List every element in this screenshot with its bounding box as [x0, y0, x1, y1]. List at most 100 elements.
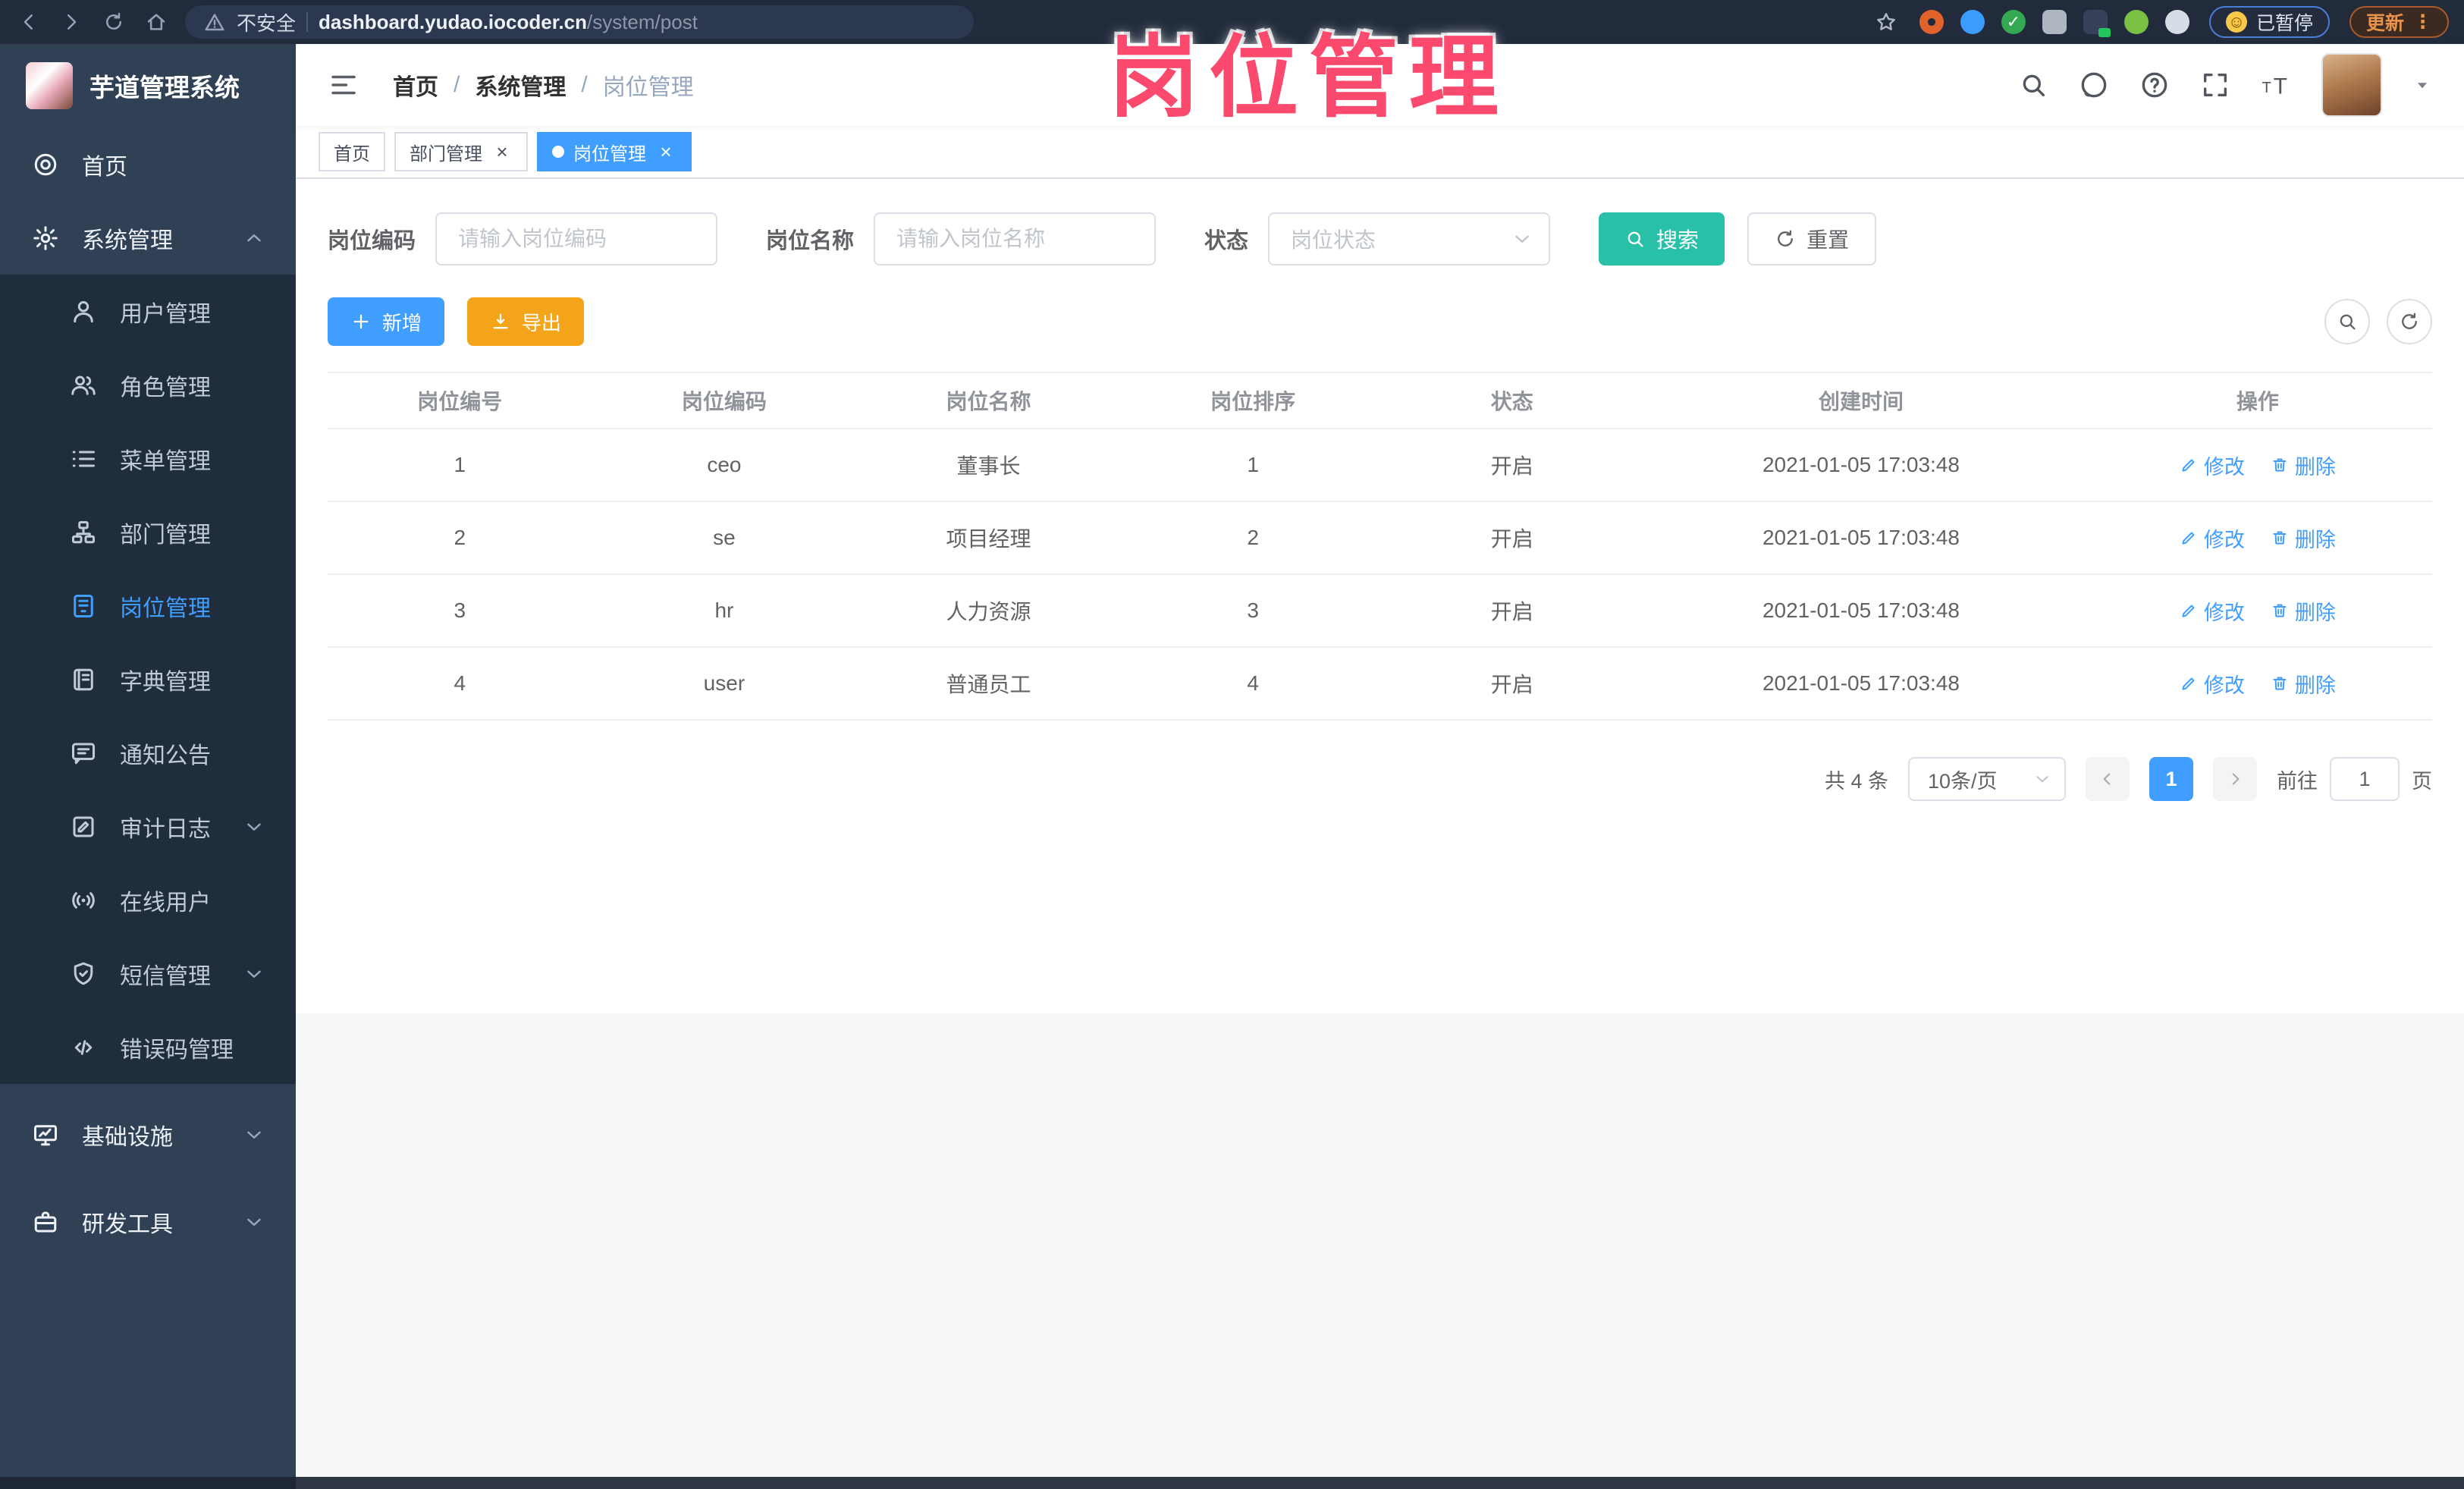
book-icon	[70, 666, 97, 693]
delete-link[interactable]: 删除	[2271, 523, 2336, 553]
table-row: 2 se 项目经理 2 开启 2021-01-05 17:03:48 修改 删除	[328, 501, 2432, 575]
toggle-search-button[interactable]	[2324, 299, 2370, 344]
logo-row[interactable]: 芋道管理系统	[0, 44, 296, 127]
sidebar-item-role[interactable]: 角色管理	[0, 348, 296, 422]
breadcrumb-item[interactable]: 首页	[393, 68, 438, 102]
chevron-down-icon	[2032, 769, 2052, 789]
cell-code: hr	[592, 574, 857, 648]
status-label: 状态	[1204, 229, 1249, 253]
ext-green-check-icon[interactable]: ✓	[2001, 10, 2026, 34]
font-size-icon[interactable]: TT	[2261, 70, 2291, 100]
address-bar[interactable]: 不安全 dashboard.yudao.iocoder.cn/system/po…	[185, 5, 974, 39]
page-number-button[interactable]: 1	[2149, 757, 2193, 801]
browser-menu-icon[interactable]: ⋮	[2413, 11, 2432, 33]
sidebar-item-dept[interactable]: 部门管理	[0, 495, 296, 569]
search-icon[interactable]	[2018, 70, 2048, 100]
sidebar-item-post[interactable]: 岗位管理	[0, 569, 296, 642]
refresh-button[interactable]	[2387, 299, 2432, 344]
sidebar: 芋道管理系统 首页 系统管理 用户管理 角色管理 菜单管理 部门管理 岗位管理 字典管理 通知公…	[0, 44, 296, 1489]
paused-pill[interactable]: ☺ 已暂停	[2208, 6, 2330, 38]
status-select[interactable]: 岗位状态	[1268, 212, 1551, 265]
ext-orange-ring-icon[interactable]	[1919, 10, 1944, 34]
chevron-left-icon	[2098, 769, 2117, 789]
sidebar-item-dict[interactable]: 字典管理	[0, 642, 296, 716]
forward-icon[interactable]	[58, 8, 85, 36]
monitor-icon	[32, 1121, 59, 1148]
sidebar-item-devtools[interactable]: 研发工具	[0, 1185, 296, 1258]
refresh-icon	[2399, 311, 2420, 332]
avatar[interactable]	[2321, 53, 2382, 117]
close-icon[interactable]: ×	[491, 141, 513, 162]
cell-sort: 1	[1120, 429, 1386, 502]
back-icon[interactable]	[15, 8, 42, 36]
pencil-icon	[2180, 674, 2198, 693]
sidebar-item-system[interactable]: 系统管理	[0, 201, 296, 275]
cell-code: ceo	[592, 429, 857, 502]
search-button[interactable]: 搜索	[1599, 212, 1725, 265]
edit-link[interactable]: 修改	[2180, 523, 2245, 553]
caret-down-icon[interactable]	[2412, 75, 2432, 95]
export-button[interactable]: 导出	[467, 297, 585, 346]
add-button[interactable]: 新增	[328, 297, 445, 346]
delete-link[interactable]: 删除	[2271, 669, 2336, 699]
post-code-input[interactable]	[435, 212, 718, 265]
sidebar-item-audit[interactable]: 审计日志	[0, 790, 296, 863]
pencil-icon	[2180, 602, 2198, 620]
ext-dark-badge-icon[interactable]	[2083, 10, 2111, 37]
list-icon	[70, 445, 97, 473]
tab-label: 部门管理	[410, 143, 482, 165]
breadcrumb-item[interactable]: 系统管理	[475, 68, 566, 102]
sidebar-item-online[interactable]: 在线用户	[0, 863, 296, 937]
sidebar-item-errcode[interactable]: 错误码管理	[0, 1010, 296, 1084]
ext-blue-pin-icon[interactable]	[1960, 10, 1985, 34]
security-label[interactable]: 不安全	[237, 8, 296, 36]
edit-link[interactable]: 修改	[2180, 669, 2245, 699]
github-icon[interactable]	[2079, 70, 2109, 100]
url-text[interactable]: dashboard.yudao.iocoder.cn/system/post	[319, 11, 698, 34]
help-icon[interactable]	[2139, 70, 2170, 100]
fullscreen-icon[interactable]	[2200, 70, 2230, 100]
sidebar-item-notice[interactable]: 通知公告	[0, 716, 296, 790]
reset-button-label: 重置	[1806, 228, 1850, 252]
update-button[interactable]: 更新 ⋮	[2349, 6, 2449, 38]
main: 首页 / 系统管理 / 岗位管理 TT 首页 部门管理 × 岗位管理 × 岗位编码	[296, 44, 2464, 1489]
next-page-button[interactable]	[2213, 757, 2257, 801]
breadcrumb-separator: /	[454, 72, 460, 97]
post-name-input[interactable]	[874, 212, 1157, 265]
sidebar-item-infra[interactable]: 基础设施	[0, 1098, 296, 1171]
close-icon[interactable]: ×	[655, 141, 676, 162]
sidebar-item-menu[interactable]: 菜单管理	[0, 422, 296, 495]
prev-page-button[interactable]	[2086, 757, 2130, 801]
goto-suffix: 页	[2412, 769, 2432, 793]
goto-page-input[interactable]	[2330, 757, 2400, 801]
ext-gray-tool-icon[interactable]	[2042, 10, 2067, 34]
goto-prefix: 前往	[2277, 769, 2318, 793]
sidebar-item-user[interactable]: 用户管理	[0, 275, 296, 348]
pagination: 共 4 条 10条/页 1 前往 页	[328, 757, 2432, 801]
cell-sort: 4	[1120, 647, 1386, 721]
tab-岗位管理[interactable]: 岗位管理 ×	[537, 132, 692, 171]
tab-部门管理[interactable]: 部门管理 ×	[394, 132, 528, 171]
chevron-up-icon	[243, 227, 265, 250]
sidebar-menu: 首页 系统管理 用户管理 角色管理 菜单管理 部门管理 岗位管理 字典管理 通知公告 审计日志 在线…	[0, 127, 296, 1489]
bookmark-star-icon[interactable]	[1872, 8, 1900, 36]
cell-status: 开启	[1385, 501, 1640, 575]
edit-link[interactable]: 修改	[2180, 451, 2245, 480]
tab-首页[interactable]: 首页	[319, 132, 385, 171]
ext-green-leaf-icon[interactable]	[2123, 10, 2149, 34]
delete-link[interactable]: 删除	[2271, 451, 2336, 480]
browser-home-icon[interactable]	[143, 8, 170, 36]
reload-icon[interactable]	[100, 8, 127, 36]
delete-link[interactable]: 删除	[2271, 596, 2336, 626]
ext-light-puzzle-icon[interactable]	[2164, 10, 2189, 34]
sidebar-item-home[interactable]: 首页	[0, 127, 296, 201]
card: 岗位编码 岗位名称 状态 岗位状态 搜索	[296, 179, 2464, 1013]
edit-label: 修改	[2203, 601, 2245, 624]
edit-link[interactable]: 修改	[2180, 596, 2245, 626]
hamburger-icon[interactable]	[328, 69, 359, 101]
search-button-label: 搜索	[1656, 228, 1700, 252]
reset-button[interactable]: 重置	[1747, 212, 1877, 265]
page-size-select[interactable]: 10条/页	[1908, 757, 2066, 801]
cell-actions: 修改 删除	[2083, 501, 2432, 575]
sidebar-item-sms[interactable]: 短信管理	[0, 937, 296, 1010]
